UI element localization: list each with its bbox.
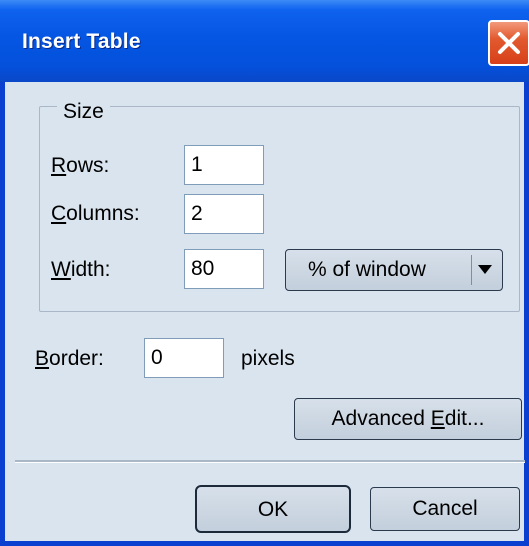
width-unit-select[interactable]: % of window [285, 249, 503, 291]
ok-button[interactable]: OK [195, 485, 351, 533]
rows-input[interactable]: 1 [184, 145, 264, 185]
width-input[interactable]: 80 [184, 249, 264, 289]
chevron-down-icon [478, 265, 492, 274]
cancel-button[interactable]: Cancel [370, 487, 520, 531]
columns-input[interactable]: 2 [184, 194, 264, 234]
size-group-legend: Size [57, 100, 110, 124]
dialog-separator [15, 460, 525, 463]
insert-table-dialog: Insert Table Size Rows: 1 Columns: 2 Wid… [0, 0, 529, 546]
title-bar[interactable]: Insert Table [0, 0, 529, 82]
dropdown-separator [471, 255, 472, 285]
advanced-edit-label: Advanced Edit... [331, 407, 485, 430]
width-unit-selected: % of window [308, 258, 426, 281]
dialog-title: Insert Table [22, 30, 141, 53]
border-unit-label: pixels [241, 347, 295, 370]
rows-label: Rows: [51, 154, 110, 177]
width-label: Width: [51, 258, 111, 281]
border-input[interactable]: 0 [144, 338, 224, 378]
border-label: Border: [35, 347, 104, 370]
columns-label: Columns: [51, 202, 140, 225]
close-button[interactable] [488, 20, 529, 66]
advanced-edit-button[interactable]: Advanced Edit... [294, 398, 522, 440]
close-x-icon [498, 32, 520, 54]
